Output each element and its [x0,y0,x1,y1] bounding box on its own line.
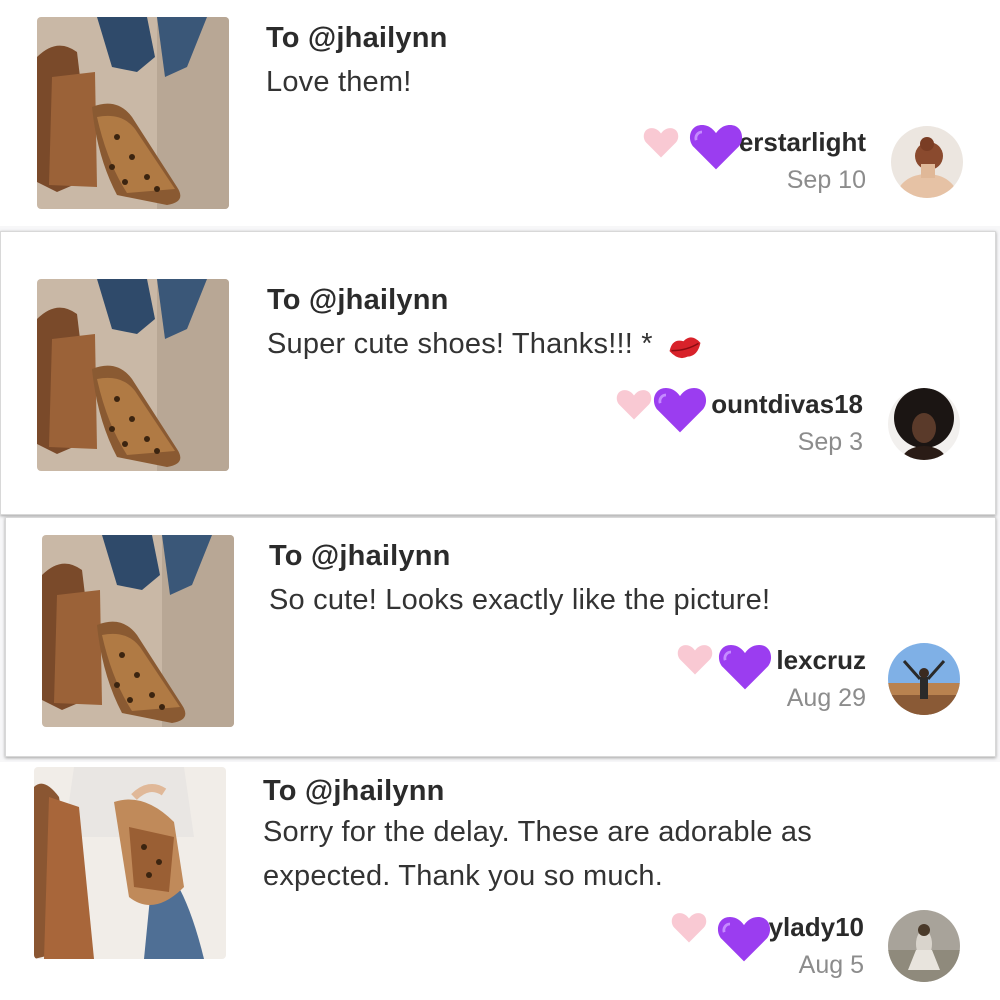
review-card: To @jhailynn So cute! Looks exactly like… [5,517,996,757]
review-message: Super cute shoes! Thanks!!! * [267,322,705,366]
recipient-label: To @jhailynn [269,540,451,572]
review-message: So cute! Looks exactly like the picture! [269,584,771,616]
kiss-mark-icon [665,330,705,360]
review-message-line: Sorry for the delay. These are adorable … [263,816,812,848]
review-message-text: Super cute shoes! Thanks!!! * [267,328,653,360]
product-thumbnail[interactable] [37,17,229,209]
purple-heart-icon [688,120,744,172]
reviewer-avatar[interactable] [888,910,960,982]
pink-heart-icon[interactable] [615,387,653,421]
reviewer-avatar[interactable] [891,126,963,198]
review-message: Love them! [266,66,412,98]
review-card: To @jhailynn Super cute shoes! Thanks!!!… [0,231,996,515]
purple-heart-icon [716,912,772,964]
recipient-label: To @jhailynn [267,284,449,316]
review-message-line: expected. Thank you so much. [263,860,664,892]
product-thumbnail[interactable] [42,535,234,727]
reviewer-avatar[interactable] [888,388,960,460]
review-card: To @jhailynn Love them! erstarlight Sep … [0,0,1000,226]
recipient-label: To @jhailynn [263,775,445,807]
recipient-label: To @jhailynn [266,22,448,54]
review-card: To @jhailynn Sorry for the delay. These … [0,762,1000,1000]
purple-heart-icon [717,640,773,692]
product-thumbnail[interactable] [37,279,229,471]
review-message: Sorry for the delay. These are adorable … [263,810,812,898]
purple-heart-icon [652,383,708,435]
product-thumbnail[interactable] [34,767,226,959]
reviewer-avatar[interactable] [888,643,960,715]
